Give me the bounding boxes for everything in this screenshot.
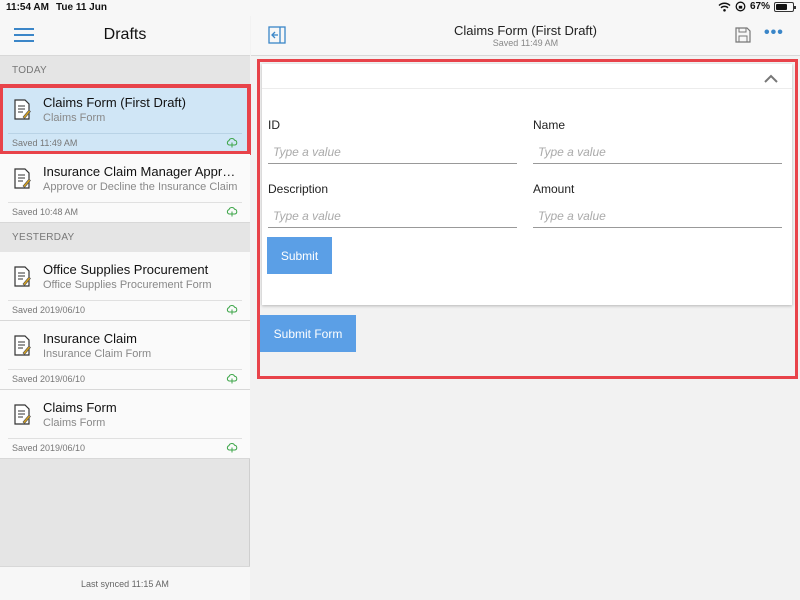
list-item[interactable]: Claims Form Claims Form Saved 2019/06/10 — [0, 390, 250, 459]
item-title: Claims Form (First Draft) — [43, 95, 186, 110]
item-title: Insurance Claim Manager Approval — [43, 164, 241, 179]
section-header-yesterday: YESTERDAY — [0, 223, 250, 252]
document-icon — [14, 266, 31, 287]
item-footer: Saved 11:49 AM — [8, 133, 242, 148]
item-title: Office Supplies Procurement — [43, 262, 209, 277]
document-icon — [14, 335, 31, 356]
form-title: Claims Form (First Draft) — [454, 23, 597, 38]
description-field[interactable] — [268, 204, 517, 228]
item-footer: Saved 2019/06/10 — [8, 369, 242, 384]
cloud-sync-icon — [226, 207, 238, 217]
document-icon — [14, 404, 31, 425]
list-item[interactable]: Office Supplies Procurement Office Suppl… — [0, 252, 250, 321]
section-header-today: TODAY — [0, 56, 250, 85]
sidebar-title: Drafts — [103, 26, 147, 43]
more-icon[interactable]: ••• — [764, 24, 783, 42]
list-item[interactable]: Insurance Claim Manager Approval Approve… — [0, 154, 250, 223]
lock-rotation-icon — [735, 1, 746, 12]
main-header: Claims Form (First Draft) Saved 11:49 AM… — [251, 16, 800, 56]
item-title: Insurance Claim — [43, 331, 137, 346]
item-title: Claims Form — [43, 400, 117, 415]
id-field[interactable] — [268, 140, 517, 164]
status-bar: 11:54 AM Tue 11 Jun 67% — [0, 0, 800, 16]
form-card: ID Name Description Amount Submit — [262, 64, 792, 305]
status-time: 11:54 AM — [6, 2, 49, 13]
drafts-list: TODAY Claims Form (First Draft) Claims F… — [0, 56, 251, 459]
item-subtitle: Approve or Decline the Insurance Claim — [43, 181, 238, 193]
item-saved: Saved 2019/06/10 — [12, 305, 86, 315]
document-icon — [14, 99, 31, 120]
name-label: Name — [533, 118, 566, 132]
save-icon[interactable] — [735, 27, 751, 43]
list-item[interactable]: Insurance Claim Insurance Claim Form Sav… — [0, 321, 250, 390]
item-saved: Saved 2019/06/10 — [12, 374, 86, 384]
item-saved: Saved 11:49 AM — [12, 138, 78, 148]
drafts-sidebar: Drafts TODAY Claims Form (First Draft) C… — [0, 16, 251, 600]
item-footer: Saved 10:48 AM — [8, 202, 242, 217]
description-label: Description — [268, 182, 329, 196]
item-footer: Saved 2019/06/10 — [8, 300, 242, 315]
item-subtitle: Claims Form — [43, 417, 106, 429]
cloud-sync-icon — [226, 374, 238, 384]
chevron-up-icon[interactable] — [764, 74, 778, 84]
status-right: 67% — [718, 1, 796, 12]
item-subtitle: Office Supplies Procurement Form — [43, 279, 212, 291]
item-saved: Saved 10:48 AM — [12, 207, 79, 217]
amount-label: Amount — [533, 182, 575, 196]
cloud-sync-icon — [226, 443, 238, 453]
cloud-sync-icon — [226, 138, 238, 148]
last-synced-footer: Last synced 11:15 AM — [0, 566, 250, 600]
form-card-header — [262, 64, 792, 89]
submit-button[interactable]: Submit — [267, 237, 332, 274]
amount-field[interactable] — [533, 204, 782, 228]
wifi-icon — [718, 2, 731, 12]
list-item[interactable]: Claims Form (First Draft) Claims Form Sa… — [0, 84, 251, 155]
battery-icon — [774, 1, 796, 12]
id-label: ID — [268, 118, 280, 132]
form-saved-status: Saved 11:49 AM — [492, 38, 559, 48]
battery-percent: 67% — [749, 1, 770, 12]
item-saved: Saved 2019/06/10 — [12, 443, 86, 453]
item-subtitle: Insurance Claim Form — [43, 348, 152, 360]
sidebar-header: Drafts — [0, 16, 250, 56]
cloud-sync-icon — [226, 305, 238, 315]
document-icon — [14, 168, 31, 189]
item-footer: Saved 2019/06/10 — [8, 438, 242, 453]
submit-form-button[interactable]: Submit Form — [260, 315, 356, 352]
status-date: Tue 11 Jun — [56, 2, 107, 13]
battery-fill — [776, 3, 787, 10]
item-subtitle: Claims Form — [43, 112, 106, 124]
name-field[interactable] — [533, 140, 782, 164]
